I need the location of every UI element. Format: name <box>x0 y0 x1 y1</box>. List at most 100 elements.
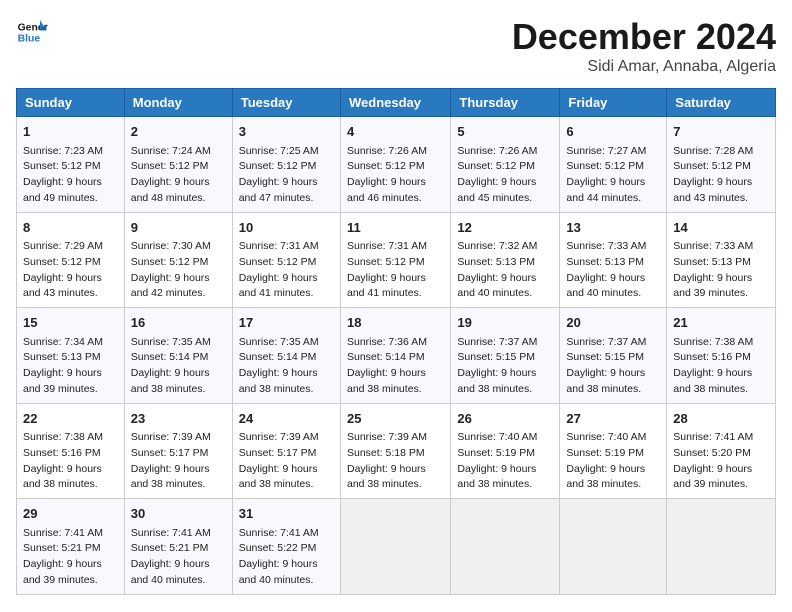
cell-info: Sunrise: 7:30 AMSunset: 5:12 PMDaylight:… <box>131 239 226 302</box>
day-number: 7 <box>673 122 769 142</box>
location-subtitle: Sidi Amar, Annaba, Algeria <box>512 58 776 76</box>
calendar-week-row: 29Sunrise: 7:41 AMSunset: 5:21 PMDayligh… <box>17 499 776 595</box>
calendar-cell: 11Sunrise: 7:31 AMSunset: 5:12 PMDayligh… <box>340 212 450 308</box>
calendar-cell: 27Sunrise: 7:40 AMSunset: 5:19 PMDayligh… <box>560 403 667 499</box>
cell-info: Sunrise: 7:24 AMSunset: 5:12 PMDaylight:… <box>131 144 226 207</box>
day-number: 20 <box>566 313 660 333</box>
cell-info: Sunrise: 7:33 AMSunset: 5:13 PMDaylight:… <box>566 239 660 302</box>
calendar-cell: 7Sunrise: 7:28 AMSunset: 5:12 PMDaylight… <box>667 117 776 213</box>
calendar-cell: 17Sunrise: 7:35 AMSunset: 5:14 PMDayligh… <box>232 308 340 404</box>
day-number: 29 <box>23 504 118 524</box>
weekday-header-sunday: Sunday <box>17 89 125 117</box>
cell-info: Sunrise: 7:40 AMSunset: 5:19 PMDaylight:… <box>457 430 553 493</box>
calendar-week-row: 15Sunrise: 7:34 AMSunset: 5:13 PMDayligh… <box>17 308 776 404</box>
weekday-header-tuesday: Tuesday <box>232 89 340 117</box>
month-title: December 2024 <box>512 16 776 58</box>
calendar-cell: 1Sunrise: 7:23 AMSunset: 5:12 PMDaylight… <box>17 117 125 213</box>
calendar-cell: 24Sunrise: 7:39 AMSunset: 5:17 PMDayligh… <box>232 403 340 499</box>
calendar-table: SundayMondayTuesdayWednesdayThursdayFrid… <box>16 88 776 595</box>
calendar-cell: 5Sunrise: 7:26 AMSunset: 5:12 PMDaylight… <box>451 117 560 213</box>
calendar-cell <box>560 499 667 595</box>
day-number: 27 <box>566 409 660 429</box>
calendar-cell <box>667 499 776 595</box>
cell-info: Sunrise: 7:29 AMSunset: 5:12 PMDaylight:… <box>23 239 118 302</box>
cell-info: Sunrise: 7:40 AMSunset: 5:19 PMDaylight:… <box>566 430 660 493</box>
cell-info: Sunrise: 7:27 AMSunset: 5:12 PMDaylight:… <box>566 144 660 207</box>
day-number: 5 <box>457 122 553 142</box>
calendar-cell: 30Sunrise: 7:41 AMSunset: 5:21 PMDayligh… <box>124 499 232 595</box>
cell-info: Sunrise: 7:32 AMSunset: 5:13 PMDaylight:… <box>457 239 553 302</box>
day-number: 6 <box>566 122 660 142</box>
day-number: 28 <box>673 409 769 429</box>
cell-info: Sunrise: 7:41 AMSunset: 5:21 PMDaylight:… <box>23 526 118 589</box>
calendar-week-row: 1Sunrise: 7:23 AMSunset: 5:12 PMDaylight… <box>17 117 776 213</box>
cell-info: Sunrise: 7:37 AMSunset: 5:15 PMDaylight:… <box>457 335 553 398</box>
calendar-cell: 26Sunrise: 7:40 AMSunset: 5:19 PMDayligh… <box>451 403 560 499</box>
cell-info: Sunrise: 7:26 AMSunset: 5:12 PMDaylight:… <box>347 144 444 207</box>
weekday-header-wednesday: Wednesday <box>340 89 450 117</box>
calendar-cell: 18Sunrise: 7:36 AMSunset: 5:14 PMDayligh… <box>340 308 450 404</box>
calendar-cell: 25Sunrise: 7:39 AMSunset: 5:18 PMDayligh… <box>340 403 450 499</box>
day-number: 16 <box>131 313 226 333</box>
cell-info: Sunrise: 7:38 AMSunset: 5:16 PMDaylight:… <box>23 430 118 493</box>
day-number: 13 <box>566 218 660 238</box>
cell-info: Sunrise: 7:39 AMSunset: 5:18 PMDaylight:… <box>347 430 444 493</box>
title-block: December 2024 Sidi Amar, Annaba, Algeria <box>512 16 776 76</box>
day-number: 10 <box>239 218 334 238</box>
day-number: 14 <box>673 218 769 238</box>
logo: General Blue <box>16 16 48 48</box>
calendar-cell: 15Sunrise: 7:34 AMSunset: 5:13 PMDayligh… <box>17 308 125 404</box>
calendar-cell: 9Sunrise: 7:30 AMSunset: 5:12 PMDaylight… <box>124 212 232 308</box>
cell-info: Sunrise: 7:28 AMSunset: 5:12 PMDaylight:… <box>673 144 769 207</box>
calendar-cell <box>451 499 560 595</box>
weekday-header-row: SundayMondayTuesdayWednesdayThursdayFrid… <box>17 89 776 117</box>
day-number: 23 <box>131 409 226 429</box>
calendar-cell: 21Sunrise: 7:38 AMSunset: 5:16 PMDayligh… <box>667 308 776 404</box>
calendar-cell: 12Sunrise: 7:32 AMSunset: 5:13 PMDayligh… <box>451 212 560 308</box>
calendar-header: SundayMondayTuesdayWednesdayThursdayFrid… <box>17 89 776 117</box>
cell-info: Sunrise: 7:25 AMSunset: 5:12 PMDaylight:… <box>239 144 334 207</box>
calendar-cell: 14Sunrise: 7:33 AMSunset: 5:13 PMDayligh… <box>667 212 776 308</box>
weekday-header-thursday: Thursday <box>451 89 560 117</box>
weekday-header-saturday: Saturday <box>667 89 776 117</box>
day-number: 25 <box>347 409 444 429</box>
calendar-cell: 19Sunrise: 7:37 AMSunset: 5:15 PMDayligh… <box>451 308 560 404</box>
day-number: 30 <box>131 504 226 524</box>
day-number: 31 <box>239 504 334 524</box>
day-number: 8 <box>23 218 118 238</box>
calendar-cell: 31Sunrise: 7:41 AMSunset: 5:22 PMDayligh… <box>232 499 340 595</box>
calendar-cell: 8Sunrise: 7:29 AMSunset: 5:12 PMDaylight… <box>17 212 125 308</box>
cell-info: Sunrise: 7:31 AMSunset: 5:12 PMDaylight:… <box>239 239 334 302</box>
day-number: 15 <box>23 313 118 333</box>
calendar-cell: 4Sunrise: 7:26 AMSunset: 5:12 PMDaylight… <box>340 117 450 213</box>
cell-info: Sunrise: 7:39 AMSunset: 5:17 PMDaylight:… <box>131 430 226 493</box>
day-number: 22 <box>23 409 118 429</box>
day-number: 11 <box>347 218 444 238</box>
day-number: 21 <box>673 313 769 333</box>
calendar-cell: 28Sunrise: 7:41 AMSunset: 5:20 PMDayligh… <box>667 403 776 499</box>
cell-info: Sunrise: 7:37 AMSunset: 5:15 PMDaylight:… <box>566 335 660 398</box>
calendar-cell: 16Sunrise: 7:35 AMSunset: 5:14 PMDayligh… <box>124 308 232 404</box>
calendar-week-row: 22Sunrise: 7:38 AMSunset: 5:16 PMDayligh… <box>17 403 776 499</box>
svg-text:Blue: Blue <box>18 34 41 45</box>
cell-info: Sunrise: 7:23 AMSunset: 5:12 PMDaylight:… <box>23 144 118 207</box>
cell-info: Sunrise: 7:41 AMSunset: 5:22 PMDaylight:… <box>239 526 334 589</box>
cell-info: Sunrise: 7:34 AMSunset: 5:13 PMDaylight:… <box>23 335 118 398</box>
calendar-cell: 23Sunrise: 7:39 AMSunset: 5:17 PMDayligh… <box>124 403 232 499</box>
cell-info: Sunrise: 7:33 AMSunset: 5:13 PMDaylight:… <box>673 239 769 302</box>
cell-info: Sunrise: 7:41 AMSunset: 5:21 PMDaylight:… <box>131 526 226 589</box>
calendar-cell: 3Sunrise: 7:25 AMSunset: 5:12 PMDaylight… <box>232 117 340 213</box>
weekday-header-monday: Monday <box>124 89 232 117</box>
cell-info: Sunrise: 7:36 AMSunset: 5:14 PMDaylight:… <box>347 335 444 398</box>
calendar-cell: 13Sunrise: 7:33 AMSunset: 5:13 PMDayligh… <box>560 212 667 308</box>
day-number: 12 <box>457 218 553 238</box>
cell-info: Sunrise: 7:35 AMSunset: 5:14 PMDaylight:… <box>239 335 334 398</box>
calendar-cell: 6Sunrise: 7:27 AMSunset: 5:12 PMDaylight… <box>560 117 667 213</box>
day-number: 17 <box>239 313 334 333</box>
cell-info: Sunrise: 7:38 AMSunset: 5:16 PMDaylight:… <box>673 335 769 398</box>
cell-info: Sunrise: 7:31 AMSunset: 5:12 PMDaylight:… <box>347 239 444 302</box>
day-number: 1 <box>23 122 118 142</box>
weekday-header-friday: Friday <box>560 89 667 117</box>
calendar-cell: 2Sunrise: 7:24 AMSunset: 5:12 PMDaylight… <box>124 117 232 213</box>
calendar-cell <box>340 499 450 595</box>
